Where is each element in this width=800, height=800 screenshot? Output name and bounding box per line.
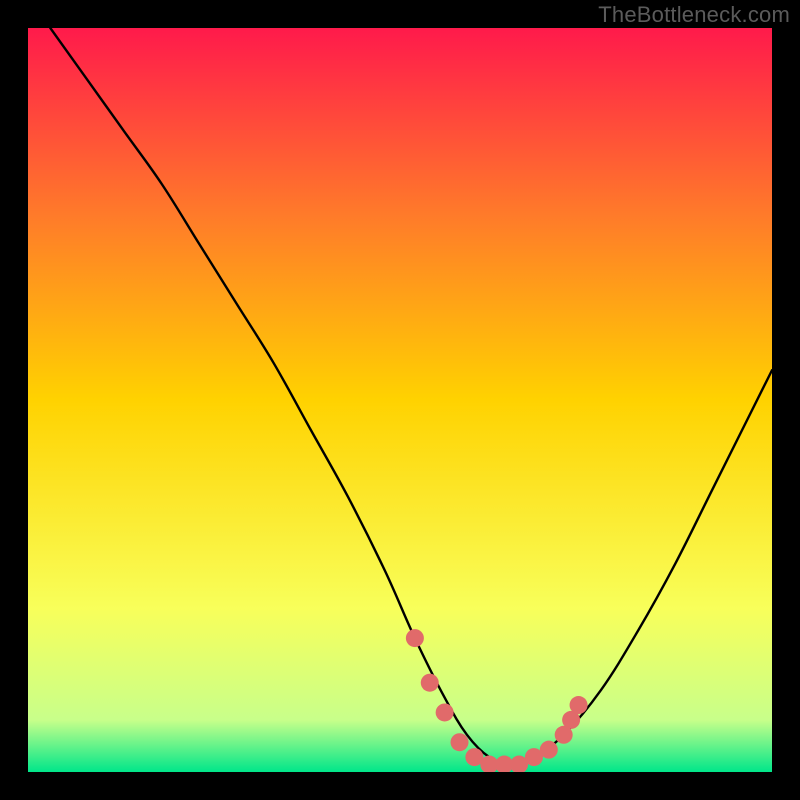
chart-svg xyxy=(28,28,772,772)
highlight-dot xyxy=(451,733,469,751)
chart-plot-area xyxy=(28,28,772,772)
highlight-dot xyxy=(570,696,588,714)
watermark-text: TheBottleneck.com xyxy=(598,2,790,28)
highlight-dot xyxy=(540,741,558,759)
chart-frame: TheBottleneck.com xyxy=(0,0,800,800)
highlight-dot xyxy=(421,674,439,692)
highlight-dot xyxy=(436,703,454,721)
highlight-dot xyxy=(406,629,424,647)
gradient-background xyxy=(28,28,772,772)
